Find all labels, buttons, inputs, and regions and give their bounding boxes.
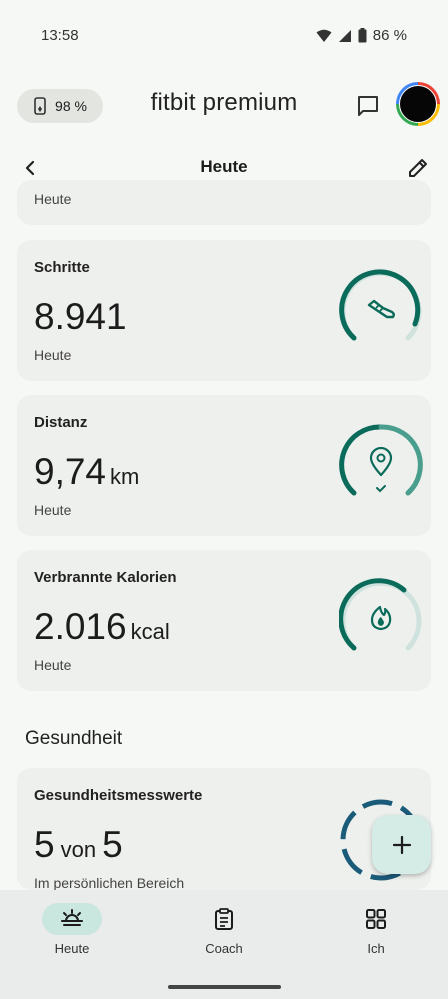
calories-card[interactable]: Verbrannte Kalorien 2.016 kcal Heute — [17, 550, 431, 691]
partial-card[interactable]: Heute — [17, 180, 431, 225]
nav-icon-container — [194, 903, 254, 935]
nav-item-heute[interactable]: Heute — [12, 890, 132, 970]
wifi-icon — [316, 29, 332, 42]
grid-icon — [366, 909, 386, 929]
card-subtitle: Heute — [34, 502, 72, 518]
nav-icon-container — [42, 903, 102, 935]
value-number: 2.016 — [34, 606, 127, 647]
value-unit: kcal — [130, 619, 170, 644]
card-value: 2.016 kcal — [34, 606, 170, 648]
nav-item-coach[interactable]: Coach — [164, 890, 284, 970]
status-time: 13:58 — [41, 27, 79, 44]
card-title: Gesundheitsmesswerte — [34, 787, 203, 804]
card-subtitle: Heute — [34, 347, 72, 363]
card-subtitle: Heute — [34, 191, 72, 207]
card-value: 5 von 5 — [34, 824, 123, 866]
app-bar: 98 % fitbit premium — [0, 72, 448, 136]
value-number: 9,74 — [34, 451, 107, 492]
home-indicator[interactable] — [168, 985, 281, 989]
clipboard-icon — [215, 908, 233, 930]
section-title-health: Gesundheit — [25, 728, 123, 749]
distance-card[interactable]: Distanz 9,74 km Heute — [17, 395, 431, 536]
value-unit: km — [110, 464, 140, 489]
bottom-navigation: Heute Coach Ich — [0, 890, 448, 999]
calories-progress-ring — [339, 578, 422, 651]
card-value: 9,74 km — [34, 451, 139, 493]
distance-progress-ring — [339, 424, 423, 496]
location-pin-icon — [369, 446, 393, 477]
edit-button[interactable] — [404, 154, 432, 182]
value-connector: von — [60, 837, 97, 862]
card-title: Distanz — [34, 414, 88, 431]
steps-progress-ring — [339, 269, 422, 341]
shoe-icon — [367, 299, 395, 319]
profile-avatar[interactable] — [396, 82, 440, 126]
nav-item-ich[interactable]: Ich — [316, 890, 436, 970]
status-bar: 13:58 86 % — [0, 0, 448, 72]
steps-card[interactable]: Schritte 8.941 Heute — [17, 240, 431, 381]
flame-icon — [370, 605, 392, 631]
status-icons: 86 % — [316, 27, 407, 44]
pencil-icon — [409, 159, 427, 177]
goal-check-icon — [376, 485, 386, 493]
battery-icon — [358, 28, 367, 43]
add-button[interactable] — [372, 815, 431, 874]
message-icon — [358, 96, 378, 116]
card-title: Verbrannte Kalorien — [34, 569, 177, 586]
message-button[interactable] — [352, 90, 384, 122]
plus-icon — [392, 835, 411, 854]
value-number: 8.941 — [34, 296, 127, 337]
nav-label: Heute — [54, 941, 90, 956]
card-subtitle: Im persönlichen Bereich — [34, 875, 185, 890]
page-title: Heute — [200, 157, 248, 176]
health-metrics-card[interactable]: Gesundheitsmesswerte 5 von 5 Im persönlich… — [17, 768, 431, 890]
card-subtitle: Heute — [34, 657, 72, 673]
nav-label: Ich — [367, 941, 385, 956]
nav-label: Coach — [205, 941, 243, 956]
nav-icon-container — [346, 903, 406, 935]
value-total: 5 — [102, 824, 123, 865]
value-number: 5 — [34, 824, 55, 865]
card-value: 8.941 — [34, 296, 127, 338]
sunrise-icon — [61, 909, 83, 926]
status-battery-text: 86 % — [372, 27, 407, 44]
card-title: Schritte — [34, 259, 90, 276]
signal-icon — [338, 29, 351, 42]
avatar-image — [399, 85, 437, 123]
